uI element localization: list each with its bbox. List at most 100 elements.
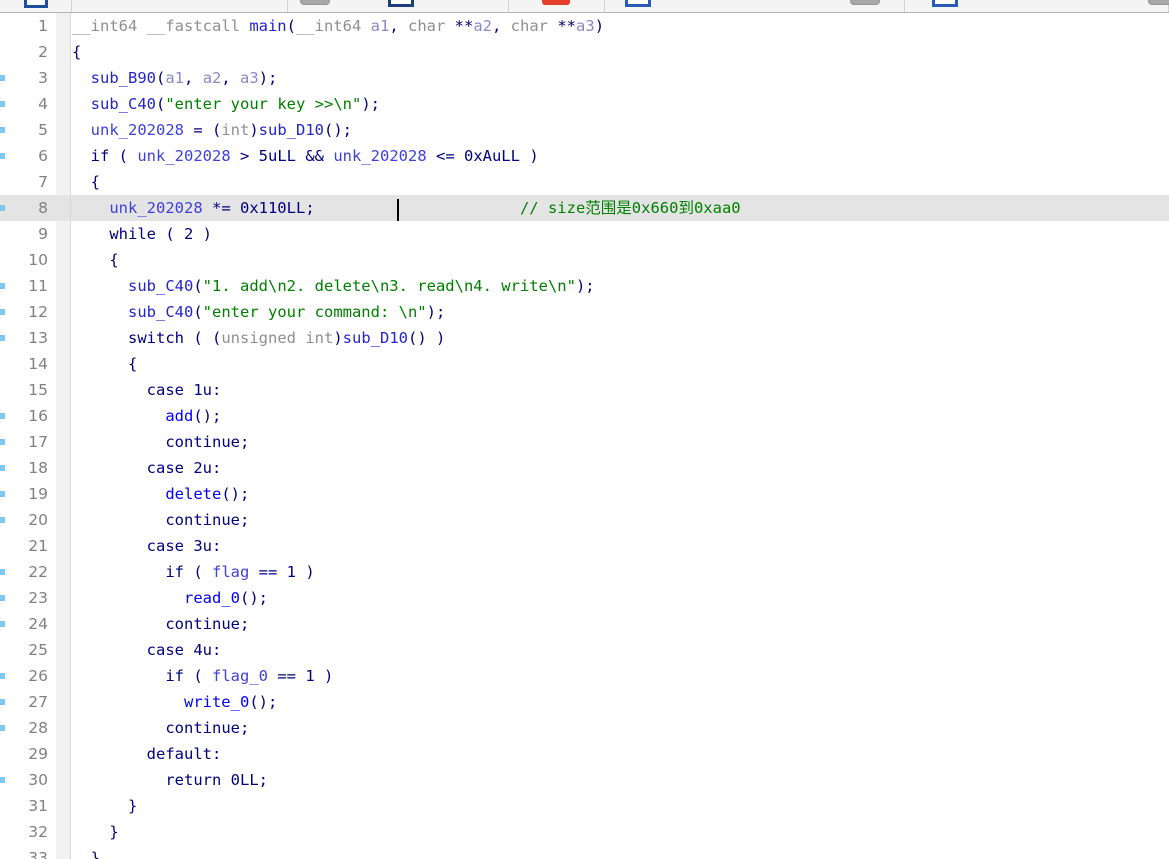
editor-gutter[interactable]: [56, 845, 71, 859]
editor-gutter[interactable]: [56, 455, 71, 481]
editor-gutter[interactable]: [56, 195, 71, 221]
editor-gutter[interactable]: [56, 689, 71, 715]
editor-gutter[interactable]: [56, 91, 71, 117]
navigate-back-icon[interactable]: [388, 0, 414, 7]
code-text[interactable]: default:: [72, 741, 221, 767]
editor-gutter[interactable]: [56, 507, 71, 533]
stop-process-icon[interactable]: [542, 0, 570, 5]
code-text[interactable]: sub_C40("1. add\n2. delete\n3. read\n4. …: [72, 273, 595, 299]
code-text[interactable]: if ( unk_202028 > 5uLL && unk_202028 <= …: [72, 143, 539, 169]
code-text[interactable]: __int64 __fastcall main(__int64 a1, char…: [72, 13, 604, 39]
code-line[interactable]: 8 unk_202028 *= 0x110LL; // size范围是0x660…: [0, 195, 1169, 221]
code-text[interactable]: while ( 2 ): [72, 221, 212, 247]
code-line[interactable]: 26 if ( flag_0 == 1 ): [0, 663, 1169, 689]
code-text[interactable]: }: [72, 845, 100, 859]
code-text[interactable]: read_0();: [72, 585, 268, 611]
graph-view-icon[interactable]: [1148, 0, 1169, 5]
navigation-group[interactable]: [72, 0, 288, 12]
editor-gutter[interactable]: [56, 715, 71, 741]
code-text[interactable]: unk_202028 = (int)sub_D10();: [72, 117, 352, 143]
editor-gutter[interactable]: [56, 299, 71, 325]
code-line[interactable]: 7 {: [0, 169, 1169, 195]
editor-gutter[interactable]: [56, 351, 71, 377]
editor-gutter[interactable]: [56, 403, 71, 429]
editor-gutter[interactable]: [56, 39, 71, 65]
editor-gutter[interactable]: [56, 741, 71, 767]
code-text[interactable]: continue;: [72, 715, 249, 741]
code-line[interactable]: 12 sub_C40("enter your command: \n");: [0, 299, 1169, 325]
code-line[interactable]: 27 write_0();: [0, 689, 1169, 715]
code-text[interactable]: write_0();: [72, 689, 277, 715]
code-line[interactable]: 21 case 3u:: [0, 533, 1169, 559]
code-line[interactable]: 24 continue;: [0, 611, 1169, 637]
code-text[interactable]: case 3u:: [72, 533, 221, 559]
code-text[interactable]: {: [72, 169, 100, 195]
editor-gutter[interactable]: [56, 819, 71, 845]
pseudocode-window-icon[interactable]: [932, 0, 958, 7]
code-line[interactable]: 18 case 2u:: [0, 455, 1169, 481]
code-text[interactable]: case 4u:: [72, 637, 221, 663]
code-line[interactable]: 29 default:: [0, 741, 1169, 767]
code-line[interactable]: 9 while ( 2 ): [0, 221, 1169, 247]
code-text[interactable]: {: [72, 247, 119, 273]
editor-gutter[interactable]: [56, 663, 71, 689]
new-window-icon[interactable]: [625, 0, 651, 7]
code-line[interactable]: 28 continue;: [0, 715, 1169, 741]
code-line[interactable]: 11 sub_C40("1. add\n2. delete\n3. read\n…: [0, 273, 1169, 299]
code-text[interactable]: unk_202028 *= 0x110LL; // size范围是0x660到0…: [72, 195, 741, 221]
code-text[interactable]: case 2u:: [72, 455, 221, 481]
code-text[interactable]: sub_C40("enter your command: \n");: [72, 299, 445, 325]
code-line[interactable]: 23 read_0();: [0, 585, 1169, 611]
editor-gutter[interactable]: [56, 221, 71, 247]
code-text[interactable]: continue;: [72, 611, 249, 637]
editor-gutter[interactable]: [56, 429, 71, 455]
code-text[interactable]: return 0LL;: [72, 767, 268, 793]
editor-gutter[interactable]: [56, 325, 71, 351]
code-text[interactable]: {: [72, 351, 137, 377]
code-line[interactable]: 16 add();: [0, 403, 1169, 429]
code-line[interactable]: 19 delete();: [0, 481, 1169, 507]
code-line[interactable]: 20 continue;: [0, 507, 1169, 533]
code-line[interactable]: 17 continue;: [0, 429, 1169, 455]
editor-gutter[interactable]: [56, 559, 71, 585]
code-text[interactable]: {: [72, 39, 81, 65]
code-text[interactable]: case 1u:: [72, 377, 221, 403]
code-text[interactable]: continue;: [72, 429, 249, 455]
pseudocode-editor[interactable]: 1__int64 __fastcall main(__int64 a1, cha…: [0, 13, 1169, 859]
editor-gutter[interactable]: [56, 533, 71, 559]
code-text[interactable]: if ( flag == 1 ): [72, 559, 315, 585]
editor-gutter[interactable]: [56, 377, 71, 403]
open-file-icon[interactable]: [24, 0, 48, 8]
code-text[interactable]: add();: [72, 403, 221, 429]
code-text[interactable]: }: [72, 793, 137, 819]
code-text[interactable]: if ( flag_0 == 1 ): [72, 663, 333, 689]
editor-gutter[interactable]: [56, 481, 71, 507]
code-line[interactable]: 15 case 1u:: [0, 377, 1169, 403]
code-line[interactable]: 25 case 4u:: [0, 637, 1169, 663]
editor-gutter[interactable]: [56, 611, 71, 637]
code-text[interactable]: continue;: [72, 507, 249, 533]
editor-gutter[interactable]: [56, 65, 71, 91]
editor-gutter[interactable]: [56, 117, 71, 143]
editor-gutter[interactable]: [56, 13, 71, 39]
code-line[interactable]: 5 unk_202028 = (int)sub_D10();: [0, 117, 1169, 143]
code-line[interactable]: 30 return 0LL;: [0, 767, 1169, 793]
code-line[interactable]: 3 sub_B90(a1, a2, a3);: [0, 65, 1169, 91]
code-line[interactable]: 14 {: [0, 351, 1169, 377]
code-text[interactable]: sub_C40("enter your key >>\n");: [72, 91, 380, 117]
editor-gutter[interactable]: [56, 169, 71, 195]
code-text[interactable]: delete();: [72, 481, 249, 507]
code-text[interactable]: switch ( (unsigned int)sub_D10() ): [72, 325, 445, 351]
editor-gutter[interactable]: [56, 273, 71, 299]
code-line[interactable]: 13 switch ( (unsigned int)sub_D10() ): [0, 325, 1169, 351]
code-line[interactable]: 4 sub_C40("enter your key >>\n");: [0, 91, 1169, 117]
code-line[interactable]: 32 }: [0, 819, 1169, 845]
editor-gutter[interactable]: [56, 143, 71, 169]
code-text[interactable]: sub_B90(a1, a2, a3);: [72, 65, 277, 91]
module-window-icon[interactable]: [850, 0, 880, 5]
code-line[interactable]: 2{: [0, 39, 1169, 65]
code-line[interactable]: 31 }: [0, 793, 1169, 819]
editor-gutter[interactable]: [56, 793, 71, 819]
code-line[interactable]: 1__int64 __fastcall main(__int64 a1, cha…: [0, 13, 1169, 39]
save-file-icon[interactable]: [300, 0, 330, 5]
